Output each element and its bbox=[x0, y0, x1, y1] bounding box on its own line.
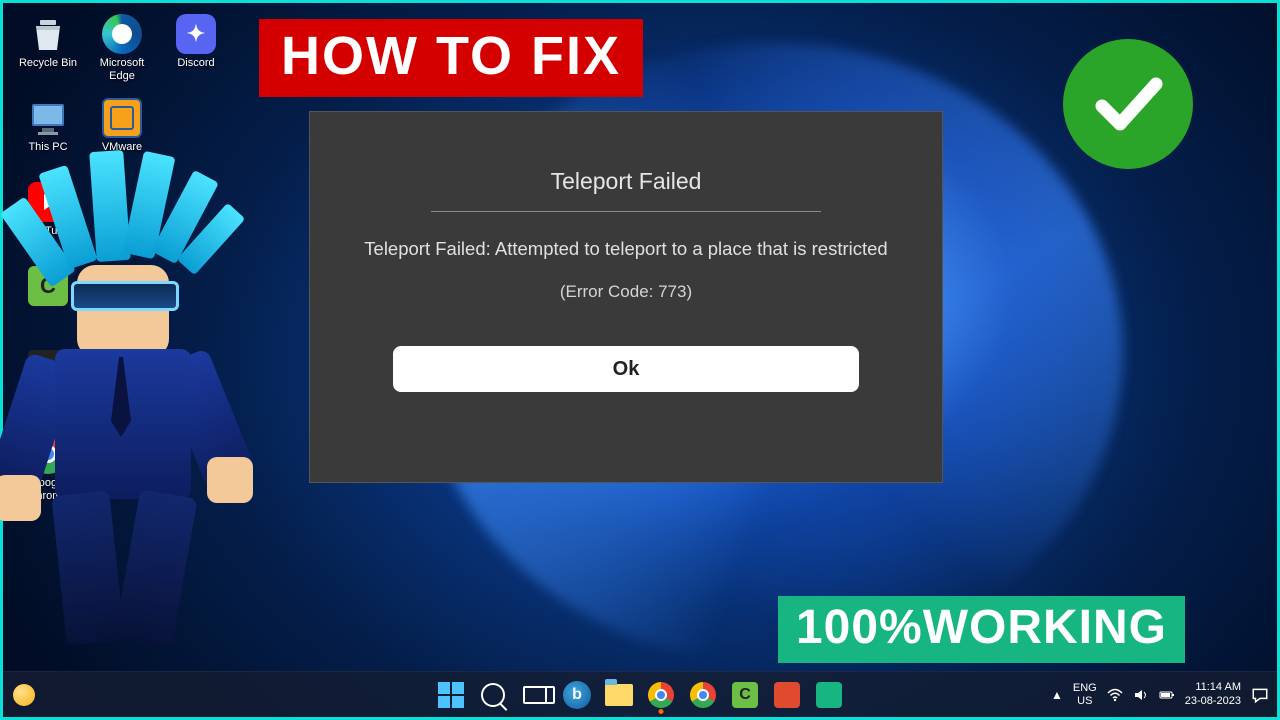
start-button[interactable] bbox=[434, 678, 468, 712]
lang-primary: ENG bbox=[1073, 682, 1097, 694]
roblox-avatar-illustration bbox=[0, 157, 253, 677]
search-icon bbox=[481, 683, 505, 707]
discord-app-icon: ✦ bbox=[175, 13, 217, 55]
icon-label: Microsoft Edge bbox=[88, 57, 156, 82]
camtasia-taskbar-button[interactable]: C bbox=[728, 678, 762, 712]
task-view-icon bbox=[523, 686, 547, 704]
overlay-how-to-fix: HOW TO FIX bbox=[259, 19, 643, 97]
ok-button[interactable]: Ok bbox=[393, 346, 859, 392]
clock[interactable]: 11:14 AM 23-08-2023 bbox=[1185, 681, 1241, 707]
task-view-button[interactable] bbox=[518, 678, 552, 712]
folder-icon bbox=[605, 684, 633, 706]
app-taskbar-button[interactable] bbox=[770, 678, 804, 712]
browser-edge-icon bbox=[101, 13, 143, 55]
date-text: 23-08-2023 bbox=[1185, 695, 1241, 708]
lang-secondary: US bbox=[1073, 695, 1097, 707]
tray-overflow-button[interactable]: ▲ bbox=[1051, 688, 1063, 702]
taskbar-weather-widget[interactable] bbox=[13, 684, 35, 706]
windows-logo-icon bbox=[438, 682, 464, 708]
language-indicator[interactable]: ENG US bbox=[1073, 682, 1097, 706]
chrome-taskbar-button-2[interactable] bbox=[686, 678, 720, 712]
bing-chat-button[interactable]: b bbox=[560, 678, 594, 712]
file-explorer-button[interactable] bbox=[602, 678, 636, 712]
desktop-wallpaper: Recycle Bin Microsoft Edge ✦ Discord Thi… bbox=[0, 0, 1280, 720]
dialog-error-code: (Error Code: 773) bbox=[560, 282, 692, 302]
dialog-message: Teleport Failed: Attempted to teleport t… bbox=[364, 238, 887, 260]
weather-sun-icon bbox=[13, 684, 35, 706]
time-text: 11:14 AM bbox=[1185, 681, 1241, 694]
computer-icon bbox=[27, 97, 69, 139]
discord-icon[interactable]: ✦ Discord bbox=[161, 13, 231, 91]
volume-icon[interactable] bbox=[1133, 687, 1149, 703]
dialog-divider bbox=[431, 211, 821, 212]
overlay-checkmark-badge bbox=[1063, 39, 1193, 169]
chrome-icon bbox=[690, 682, 716, 708]
error-dialog: Teleport Failed Teleport Failed: Attempt… bbox=[309, 111, 943, 483]
icon-label: Recycle Bin bbox=[19, 57, 77, 70]
app-icon bbox=[816, 682, 842, 708]
overlay-100-working: 100%WORKING bbox=[778, 596, 1185, 663]
trash-icon bbox=[27, 13, 69, 55]
search-button[interactable] bbox=[476, 678, 510, 712]
checkmark-icon bbox=[1088, 64, 1168, 144]
chrome-icon bbox=[648, 682, 674, 708]
icon-label: Discord bbox=[177, 57, 214, 70]
notification-icon[interactable] bbox=[1251, 686, 1269, 704]
battery-icon[interactable] bbox=[1159, 687, 1175, 703]
dialog-title: Teleport Failed bbox=[551, 168, 702, 195]
taskbar: b C ▲ ENG US 11:14 AM 23-08-2023 bbox=[3, 671, 1277, 717]
camtasia-icon: C bbox=[732, 682, 758, 708]
icon-label: This PC bbox=[28, 141, 67, 154]
chrome-taskbar-button[interactable] bbox=[644, 678, 678, 712]
recycle-bin-icon[interactable]: Recycle Bin bbox=[13, 13, 83, 91]
bing-icon: b bbox=[563, 681, 591, 709]
vmware-app-icon bbox=[101, 97, 143, 139]
wifi-icon[interactable] bbox=[1107, 687, 1123, 703]
app-icon bbox=[774, 682, 800, 708]
edge-icon[interactable]: Microsoft Edge bbox=[87, 13, 157, 91]
app-taskbar-button-2[interactable] bbox=[812, 678, 846, 712]
